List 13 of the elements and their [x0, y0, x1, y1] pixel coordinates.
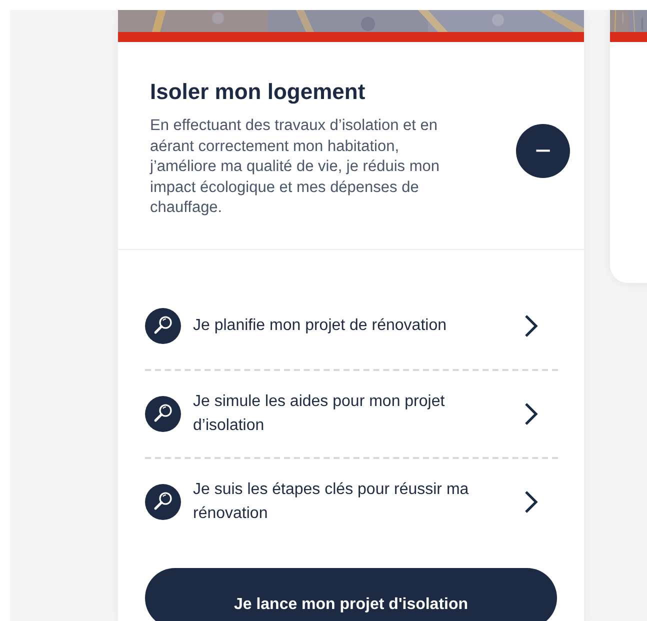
card-description: En effectuant des travaux d’isolation et en aérant correctement mon habitation, j’améliore ma qualité de vie, je réduis mon impact écologique et mes dépenses de chauffage.	[150, 116, 440, 218]
chevron-right-icon	[524, 490, 538, 514]
search-icon	[145, 484, 181, 520]
card-title: Isoler mon logement	[150, 78, 366, 106]
step-link[interactable]: Je planifie mon projet de rénovation	[145, 300, 558, 352]
search-icon	[145, 308, 181, 344]
step-link[interactable]: Je simule les aides pour mon projet d’isolation	[145, 388, 558, 440]
step-link[interactable]: Je suis les étapes clés pour réussir ma rénovation	[145, 476, 558, 528]
chevron-right-icon	[524, 402, 538, 426]
search-icon	[145, 396, 181, 432]
collapse-button[interactable]: −	[516, 124, 570, 178]
chevron-right-icon	[524, 314, 538, 338]
start-project-button[interactable]: Je lance mon projet d'isolation	[145, 568, 557, 621]
